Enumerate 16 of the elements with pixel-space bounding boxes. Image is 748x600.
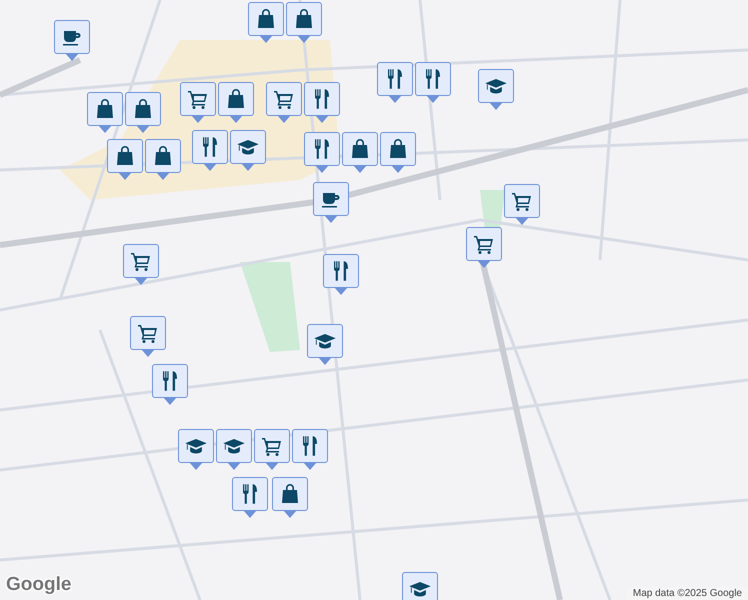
fork-knife-icon xyxy=(163,371,177,391)
graduation-cap-icon xyxy=(314,334,336,348)
fork-knife-icon xyxy=(203,137,217,157)
graduation-cap-icon xyxy=(409,582,431,596)
graduation-cap-icon xyxy=(223,438,245,454)
fork-knife-icon xyxy=(315,139,329,159)
graduation-cap-icon xyxy=(485,78,507,94)
fork-knife-icon xyxy=(315,89,329,109)
fork-knife-icon xyxy=(388,69,402,89)
graduation-cap-icon xyxy=(237,140,259,154)
fork-knife-icon xyxy=(243,484,257,504)
graduation-cap-icon xyxy=(185,438,207,454)
google-logo[interactable]: Google xyxy=(6,574,72,596)
fork-knife-icon xyxy=(303,436,317,456)
fork-knife-icon xyxy=(426,69,440,89)
fork-knife-icon xyxy=(334,261,348,281)
